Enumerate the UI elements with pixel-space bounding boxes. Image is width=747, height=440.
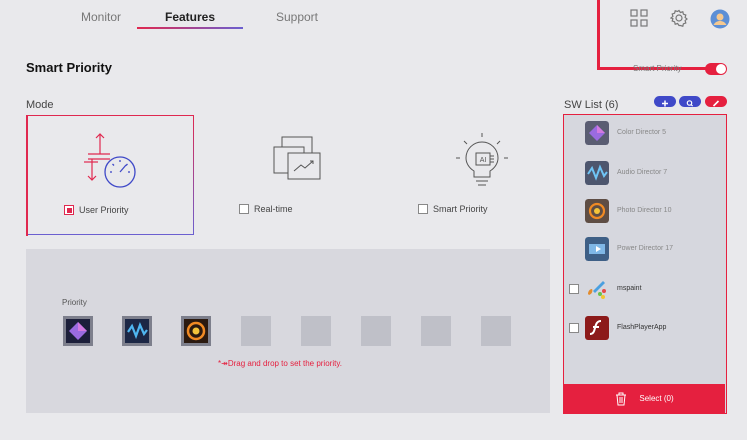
sw-list-panel: Color Director 5 Audio Director 7 Photo … <box>563 114 727 414</box>
profile-avatar[interactable] <box>710 9 730 29</box>
color-director-icon <box>585 121 609 145</box>
top-nav: Monitor Features Support <box>0 0 747 38</box>
priority-slot-6[interactable] <box>361 316 391 346</box>
priority-slot-2[interactable] <box>122 316 152 346</box>
real-time-checkbox[interactable] <box>239 204 249 214</box>
sw-item-mspaint[interactable]: mspaint <box>564 273 725 309</box>
priority-slot-7[interactable] <box>421 316 451 346</box>
sw-item-name: mspaint <box>617 285 642 292</box>
priority-panel: Priority *↠Drag and drop to set the prio… <box>26 249 550 413</box>
sw-item-name: Audio Director 7 <box>617 169 668 176</box>
page-title: Smart Priority <box>26 60 112 75</box>
flash-player-icon <box>585 316 609 340</box>
mode-section-label: Mode <box>26 99 54 111</box>
edit-icon <box>712 100 720 107</box>
mode-card-smart-priority[interactable]: AI Smart Priority <box>398 115 566 235</box>
smart-priority-toggle-label: Smart Priority <box>633 64 682 73</box>
mode-smart-priority-option[interactable]: Smart Priority <box>418 204 488 214</box>
search-icon <box>686 100 694 107</box>
real-time-label: Real-time <box>254 204 293 214</box>
mode-card-real-time[interactable]: Real-time <box>212 115 380 235</box>
smart-priority-checkbox[interactable] <box>418 204 428 214</box>
audio-director-icon <box>125 319 149 343</box>
priority-slot-8[interactable] <box>481 316 511 346</box>
tab-support[interactable]: Support <box>244 10 350 24</box>
sw-list-title: SW List (6) <box>564 99 619 111</box>
real-time-icon <box>273 136 321 180</box>
power-director-icon <box>585 237 609 261</box>
gear-icon[interactable] <box>669 9 690 29</box>
add-icon <box>662 100 668 107</box>
smart-priority-toggle[interactable] <box>705 63 727 75</box>
audio-director-icon <box>585 161 609 185</box>
sw-item-flash-player[interactable]: FlashPlayerApp <box>564 312 725 348</box>
search-button[interactable] <box>679 96 701 107</box>
ai-lightbulb-icon: AI <box>456 133 508 186</box>
grid-icon[interactable] <box>630 9 650 29</box>
tab-features[interactable]: Features <box>137 10 243 24</box>
mspaint-icon <box>588 281 606 299</box>
user-priority-icon <box>84 133 136 188</box>
priority-label: Priority <box>62 298 87 307</box>
sw-item-name: FlashPlayerApp <box>617 324 667 331</box>
sw-item-power-director[interactable]: Power Director 17 <box>564 233 725 269</box>
svg-text:AI: AI <box>480 157 487 164</box>
sw-item-name: Power Director 17 <box>617 245 674 252</box>
sw-item-checkbox[interactable] <box>569 323 579 333</box>
select-button-label: Select (0) <box>639 394 674 403</box>
user-priority-label: User Priority <box>79 205 129 215</box>
priority-slot-5[interactable] <box>301 316 331 346</box>
mode-card-user-priority[interactable]: User Priority <box>25 114 194 236</box>
sw-item-name: Color Director 5 <box>617 129 667 136</box>
sw-item-color-director[interactable]: Color Director 5 <box>564 117 725 153</box>
sw-item-photo-director[interactable]: Photo Director 10 <box>564 195 725 231</box>
sw-item-checkbox[interactable] <box>569 284 579 294</box>
sw-item-audio-director[interactable]: Audio Director 7 <box>564 157 725 193</box>
smart-priority-mode-label: Smart Priority <box>433 204 488 214</box>
select-button[interactable]: Select (0) <box>564 384 725 413</box>
add-button[interactable] <box>654 96 676 107</box>
color-director-icon <box>66 319 90 343</box>
priority-slot-1[interactable] <box>63 316 93 346</box>
photo-director-icon <box>184 319 208 343</box>
mode-real-time-option[interactable]: Real-time <box>239 204 293 214</box>
annotation-line <box>597 0 600 70</box>
sw-item-name: Photo Director 10 <box>617 207 672 214</box>
user-priority-checkbox[interactable] <box>64 205 74 215</box>
photo-director-icon <box>585 199 609 223</box>
mode-user-priority-option[interactable]: User Priority <box>64 205 129 215</box>
drag-drop-hint: *↠Drag and drop to set the priority. <box>218 359 342 368</box>
priority-slot-3[interactable] <box>181 316 211 346</box>
active-tab-underline <box>137 27 243 29</box>
priority-slot-4[interactable] <box>241 316 271 346</box>
edit-button[interactable] <box>705 96 727 107</box>
trash-icon <box>616 392 627 405</box>
